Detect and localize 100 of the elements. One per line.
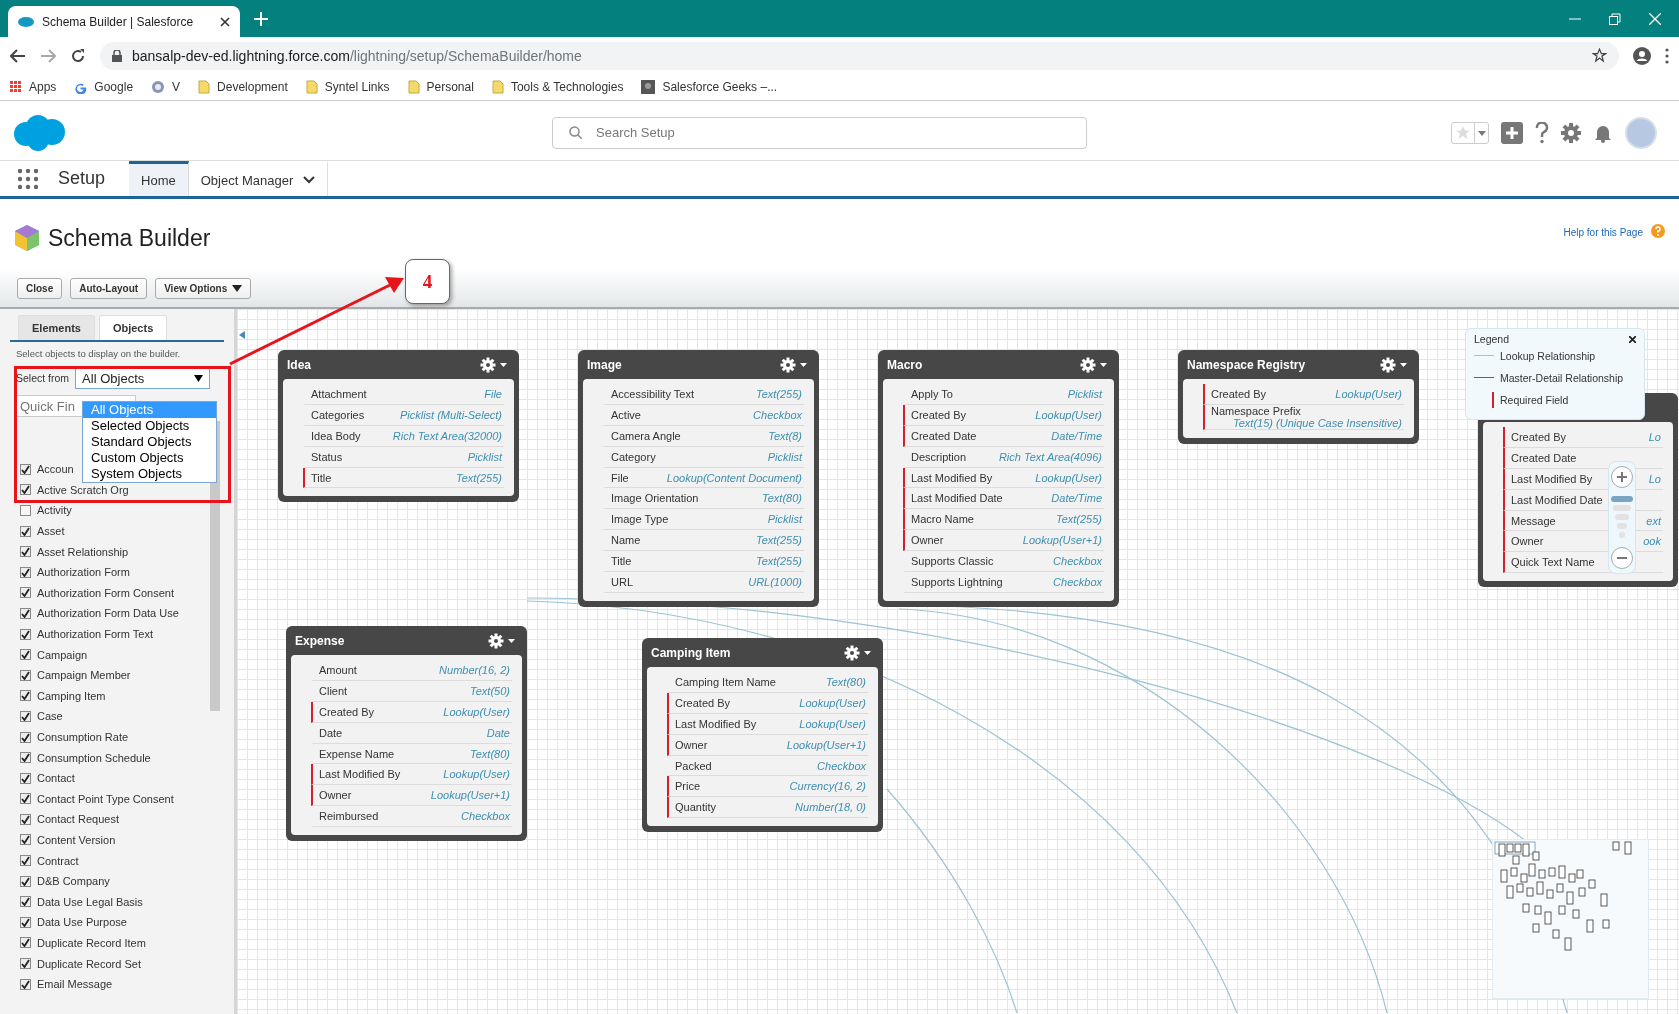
checkbox[interactable] <box>20 731 31 743</box>
toolbar-button[interactable]: View Options <box>155 277 252 299</box>
object-item[interactable]: Authorization Form Text <box>20 623 153 645</box>
menu-icon[interactable] <box>1665 47 1669 64</box>
settings-icon[interactable] <box>844 644 874 661</box>
checkbox[interactable] <box>20 958 31 970</box>
object-item[interactable]: Authorization Form Data Use <box>20 603 179 624</box>
zoom-out-button[interactable] <box>1611 547 1633 569</box>
settings-icon[interactable] <box>480 356 510 373</box>
bookmark[interactable]: Syntel Links <box>305 80 390 94</box>
settings-icon[interactable] <box>1080 356 1110 373</box>
bookmark[interactable]: Salesforce Geeks –... <box>641 80 778 94</box>
object-item[interactable]: Authorization Form Consent <box>20 582 174 604</box>
checkbox[interactable] <box>20 525 31 537</box>
checkbox[interactable] <box>20 978 31 990</box>
sidebar-tab[interactable]: Objects <box>98 315 168 340</box>
object-label: Activity <box>37 504 72 517</box>
checkbox[interactable] <box>20 875 31 887</box>
object-item[interactable]: Contact <box>20 767 75 789</box>
new-tab-icon[interactable] <box>254 11 268 26</box>
address-bar[interactable]: bansalp-dev-ed.lightning.force.com/lightning/setup/SchemaBuilder/home <box>100 41 1619 70</box>
search-field[interactable]: Search Setup <box>552 116 1087 149</box>
object-item[interactable]: Email Message <box>20 973 113 995</box>
bookmark[interactable]: Tools & Technologies <box>491 80 624 94</box>
checkbox[interactable] <box>20 546 31 558</box>
settings-icon[interactable] <box>780 356 810 373</box>
apps-icon <box>10 81 22 93</box>
checkbox[interactable] <box>20 587 31 599</box>
checkbox[interactable] <box>20 855 31 867</box>
bookmark[interactable]: V <box>151 80 181 94</box>
object-item[interactable]: Activity <box>20 500 72 521</box>
field-type: Lookup(User+1) <box>430 789 510 802</box>
field-type: Picklist <box>767 450 802 463</box>
object-item[interactable]: Asset Relationship <box>20 541 129 562</box>
object-item[interactable]: Authorization Form <box>20 561 130 583</box>
checkbox[interactable] <box>20 566 31 578</box>
object-item[interactable]: Campaign <box>20 644 88 665</box>
checkbox[interactable] <box>20 669 31 681</box>
checkbox[interactable] <box>20 710 31 722</box>
checkbox[interactable] <box>20 896 31 908</box>
browser-tab[interactable]: Schema Builder | Salesforce <box>8 6 240 37</box>
settings-icon[interactable] <box>1380 356 1410 373</box>
nav-tab[interactable]: Object Manager <box>188 161 329 196</box>
object-item[interactable]: Accoun <box>20 459 74 480</box>
object-item[interactable]: D&B Company <box>20 870 110 892</box>
reload-icon[interactable] <box>70 47 86 64</box>
back-icon[interactable] <box>10 48 26 63</box>
checkbox[interactable] <box>20 649 31 661</box>
help-icon[interactable] <box>1535 121 1549 144</box>
bookmark[interactable]: Google <box>74 80 134 94</box>
object-item[interactable]: Contact Request <box>20 809 119 830</box>
help-link[interactable]: Help for this Page <box>1563 227 1643 238</box>
object-item[interactable]: Content Version <box>20 829 116 851</box>
checkbox[interactable] <box>20 937 31 949</box>
checkbox[interactable] <box>20 690 31 702</box>
object-item[interactable]: Contact Point Type Consent <box>20 788 174 810</box>
close-icon[interactable] <box>1629 335 1636 343</box>
zoom-in-button[interactable] <box>1611 466 1633 488</box>
object-item[interactable]: Camping Item <box>20 685 106 707</box>
checkbox[interactable] <box>20 834 31 846</box>
checkbox[interactable] <box>20 793 31 805</box>
bookmark[interactable]: Development <box>198 80 288 94</box>
star-icon[interactable] <box>1592 48 1607 63</box>
object-item[interactable]: Asset <box>20 520 65 542</box>
nav-tab[interactable]: Home <box>129 161 189 196</box>
object-item[interactable]: Case <box>20 706 63 727</box>
checkbox[interactable] <box>20 607 31 619</box>
bookmark[interactable]: Personal <box>407 80 474 94</box>
checkbox[interactable] <box>20 505 31 516</box>
sidebar-tab[interactable]: Elements <box>18 315 95 340</box>
restore-icon[interactable] <box>1609 12 1621 25</box>
account-icon[interactable] <box>1633 46 1651 65</box>
settings-icon[interactable] <box>1561 122 1581 143</box>
object-filter-select[interactable]: All Objects <box>75 367 211 389</box>
object-item[interactable]: Consumption Schedule <box>20 747 151 768</box>
settings-icon[interactable] <box>488 632 518 649</box>
toolbar-button[interactable]: Auto-Layout <box>70 277 148 299</box>
field-type: Lookup(User) <box>799 717 866 730</box>
checkbox[interactable] <box>20 628 31 640</box>
zoom-slider-icon[interactable] <box>1611 495 1633 540</box>
checkbox[interactable] <box>20 813 31 825</box>
object-item[interactable]: Campaign Member <box>20 664 131 686</box>
collapse-icon[interactable] <box>239 331 245 339</box>
object-item[interactable]: Data Use Legal Basis <box>20 891 143 913</box>
checkbox[interactable] <box>20 463 31 475</box>
object-item[interactable]: Duplicate Record Set <box>20 953 141 974</box>
object-item[interactable]: Duplicate Record Item <box>20 932 146 954</box>
object-label: Accoun <box>37 463 74 476</box>
object-item[interactable]: Data Use Purpose <box>20 912 127 933</box>
object-item[interactable]: Consumption Rate <box>20 726 129 748</box>
close-icon[interactable] <box>220 16 230 27</box>
checkbox[interactable] <box>20 772 31 784</box>
toolbar-button[interactable]: Close <box>17 277 63 299</box>
object-item[interactable]: Contract <box>20 850 79 871</box>
bookmark[interactable]: Apps <box>10 80 57 94</box>
checkbox[interactable] <box>20 484 31 496</box>
checkbox[interactable] <box>20 752 31 764</box>
add-icon[interactable] <box>1501 121 1523 144</box>
checkbox[interactable] <box>20 916 31 928</box>
app-launcher-icon[interactable] <box>18 168 38 189</box>
